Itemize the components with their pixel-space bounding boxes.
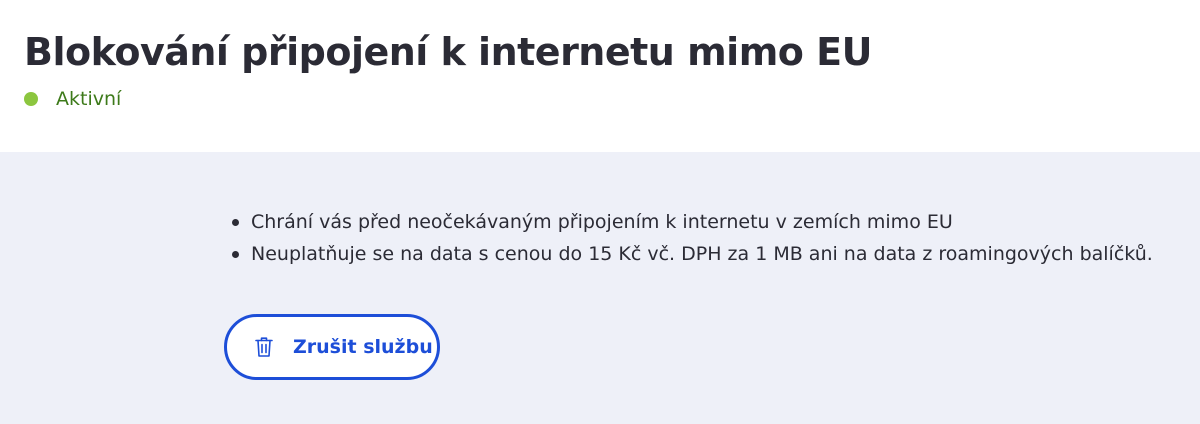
list-item: Neuplatňuje se na data s cenou do 15 Kč … <box>232 238 1153 270</box>
list-item-text: Chrání vás před neočekávaným připojením … <box>251 211 953 233</box>
feature-list: Chrání vás před neočekávaným připojením … <box>232 206 1153 270</box>
cancel-service-button[interactable]: Zrušit službu <box>224 314 440 380</box>
status-dot-icon <box>24 92 38 106</box>
service-details: Chrání vás před neočekávaným připojením … <box>0 152 1200 424</box>
list-item-text: Neuplatňuje se na data s cenou do 15 Kč … <box>251 243 1153 265</box>
service-header: Blokování připojení k internetu mimo EU … <box>0 0 1200 152</box>
bullet-icon <box>232 250 239 258</box>
bullet-icon <box>232 218 239 226</box>
page-title: Blokování připojení k internetu mimo EU <box>24 30 872 74</box>
cancel-service-label: Zrušit službu <box>293 336 433 358</box>
list-item: Chrání vás před neočekávaným připojením … <box>232 206 1153 238</box>
status-indicator: Aktivní <box>24 88 121 110</box>
trash-icon <box>255 336 273 358</box>
status-label: Aktivní <box>56 88 122 110</box>
